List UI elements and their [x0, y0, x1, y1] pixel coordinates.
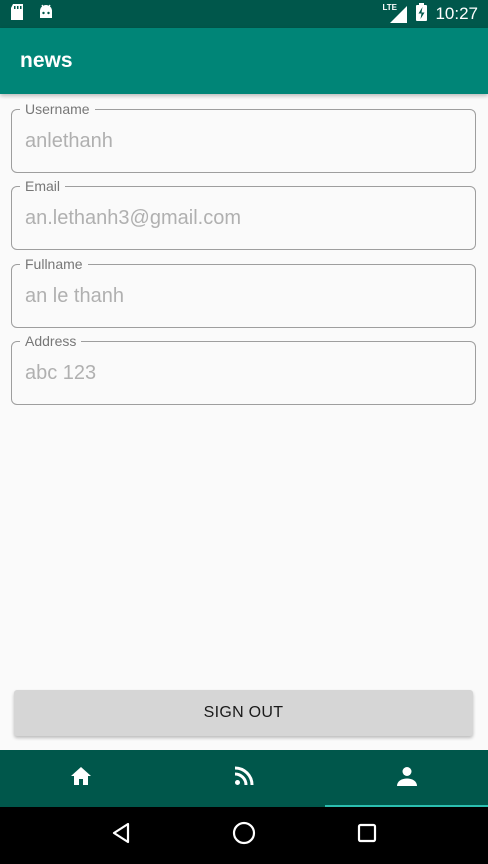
network-type-label: LTE — [382, 3, 397, 12]
signal-icon: LTE — [382, 3, 408, 23]
bottom-navigation — [0, 750, 488, 807]
address-label: Address — [20, 333, 82, 349]
app-title: news — [20, 49, 73, 72]
home-circle-icon[interactable] — [232, 821, 256, 850]
person-icon — [396, 766, 417, 791]
battery-charging-icon — [416, 2, 428, 26]
username-value: anlethanh — [25, 130, 113, 152]
address-field[interactable]: Address abc 123 — [11, 333, 476, 405]
email-label: Email — [20, 178, 66, 194]
clock: 10:27 — [435, 4, 478, 23]
nav-item-home[interactable] — [0, 750, 163, 807]
android-icon — [38, 4, 54, 25]
back-icon[interactable] — [111, 822, 131, 849]
nav-item-feed[interactable] — [163, 750, 326, 807]
fullname-label: Fullname — [20, 256, 88, 272]
fullname-field[interactable]: Fullname an le thanh — [11, 256, 476, 328]
sign-out-button[interactable]: SIGN OUT — [14, 690, 473, 736]
username-field[interactable]: Username anlethanh — [11, 101, 476, 173]
rss-feed-icon — [234, 766, 254, 791]
sd-card-icon — [10, 3, 24, 25]
username-label: Username — [20, 101, 95, 117]
nav-item-profile[interactable] — [325, 750, 488, 807]
recents-icon[interactable] — [357, 823, 377, 848]
system-navigation-bar — [0, 807, 488, 864]
email-value: an.lethanh3@gmail.com — [25, 207, 241, 229]
home-icon — [70, 766, 92, 791]
email-field[interactable]: Email an.lethanh3@gmail.com — [11, 178, 476, 250]
fullname-value: an le thanh — [25, 285, 124, 307]
app-bar: news — [0, 28, 488, 94]
address-value: abc 123 — [25, 362, 97, 384]
status-bar: LTE 10:27 — [0, 0, 488, 28]
